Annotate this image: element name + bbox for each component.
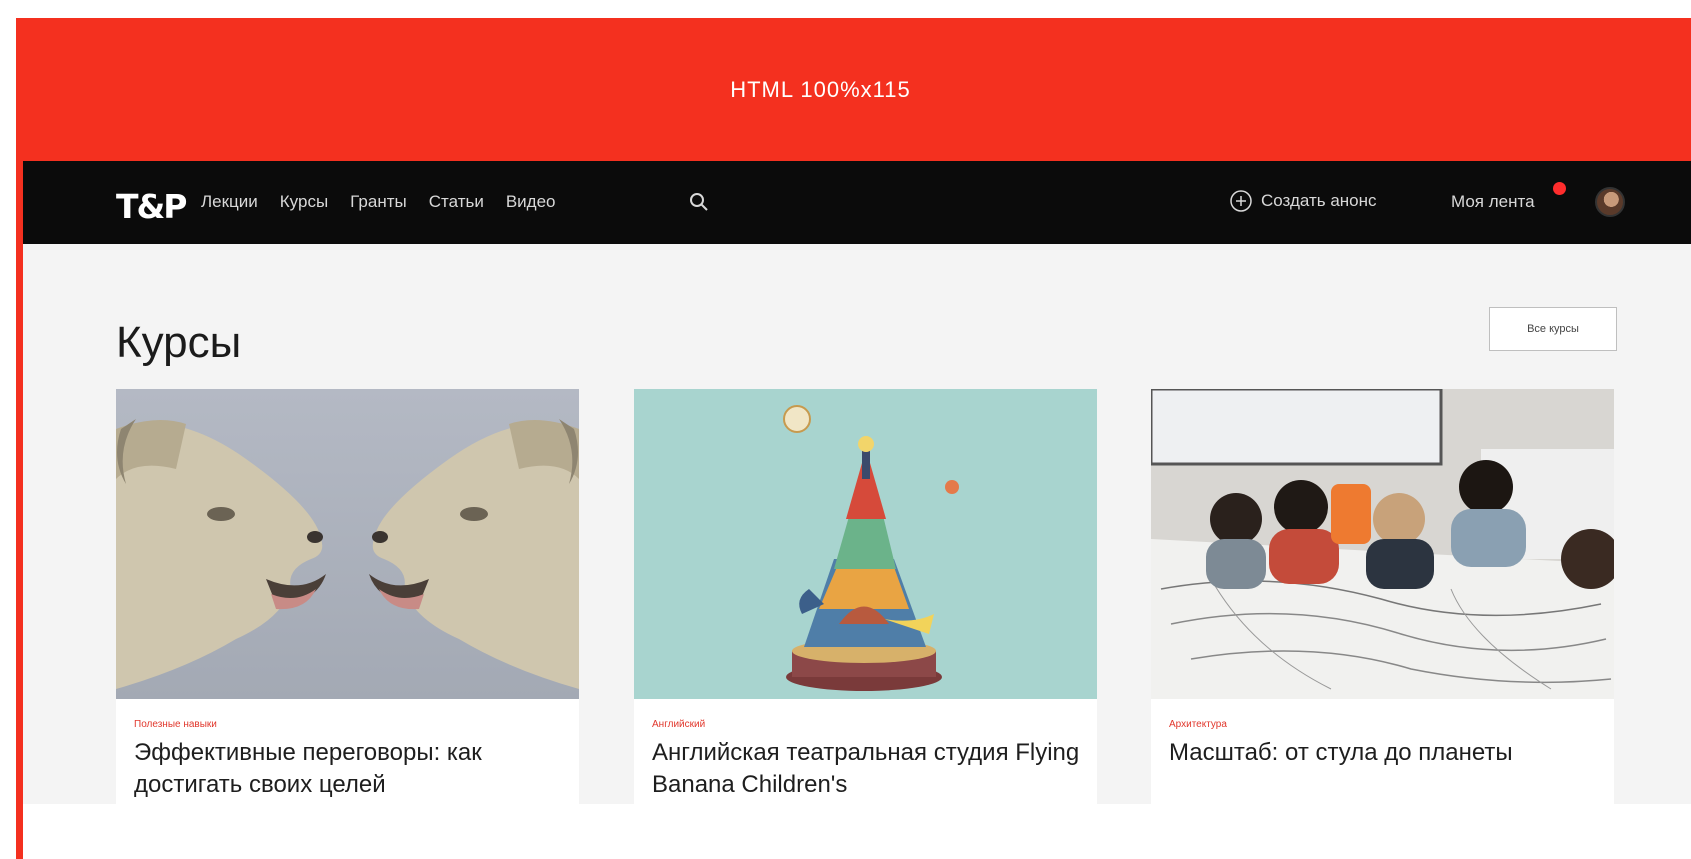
all-courses-button[interactable]: Все курсы: [1489, 307, 1617, 351]
card-category: Архитектура: [1169, 719, 1227, 730]
nav-item-articles[interactable]: Статьи: [429, 192, 484, 212]
nav-item-grants[interactable]: Гранты: [350, 192, 407, 212]
navbar: T&P Лекции Курсы Гранты Статьи Видео Соз…: [23, 161, 1691, 244]
course-card[interactable]: Полезные навыки Эффективные переговоры: …: [116, 389, 579, 804]
course-card[interactable]: Архитектура Масштаб: от стула до планеты: [1151, 389, 1614, 804]
nav-item-courses[interactable]: Курсы: [280, 192, 328, 212]
notification-badge: [1553, 182, 1566, 195]
plus-circle-icon: [1230, 190, 1252, 212]
create-ad-label: Создать анонс: [1261, 191, 1377, 210]
logo[interactable]: T&P: [116, 187, 187, 226]
course-card[interactable]: Английский Английская театральная студия…: [634, 389, 1097, 804]
card-title: Масштаб: от стула до планеты: [1169, 739, 1513, 766]
course-image-illustration: [634, 389, 1097, 699]
card-category: Английский: [652, 719, 706, 730]
my-feed-link[interactable]: Моя лента: [1451, 192, 1535, 212]
card-category: Полезные навыки: [134, 719, 217, 730]
nav-item-video[interactable]: Видео: [506, 192, 556, 212]
nav-items: Лекции Курсы Гранты Статьи Видео: [201, 192, 556, 212]
banner-text: HTML 100%x115: [730, 76, 911, 102]
course-image-kids: [1151, 389, 1614, 699]
nav-item-lectures[interactable]: Лекции: [201, 192, 258, 212]
banner: HTML 100%x115: [16, 18, 1691, 161]
search-icon[interactable]: [688, 191, 710, 213]
course-image-sheep: [116, 389, 579, 699]
avatar[interactable]: [1595, 187, 1625, 217]
create-ad-button[interactable]: Создать анонс: [1229, 189, 1377, 213]
card-title: Английская театральная студия Flying Ban…: [652, 739, 1080, 799]
card-title: Эффективные переговоры: как достигать св…: [134, 739, 482, 799]
page-title: Курсы: [116, 318, 242, 367]
courses-section: Курсы Все курсы Полезные навыки Эффектив…: [23, 244, 1691, 804]
